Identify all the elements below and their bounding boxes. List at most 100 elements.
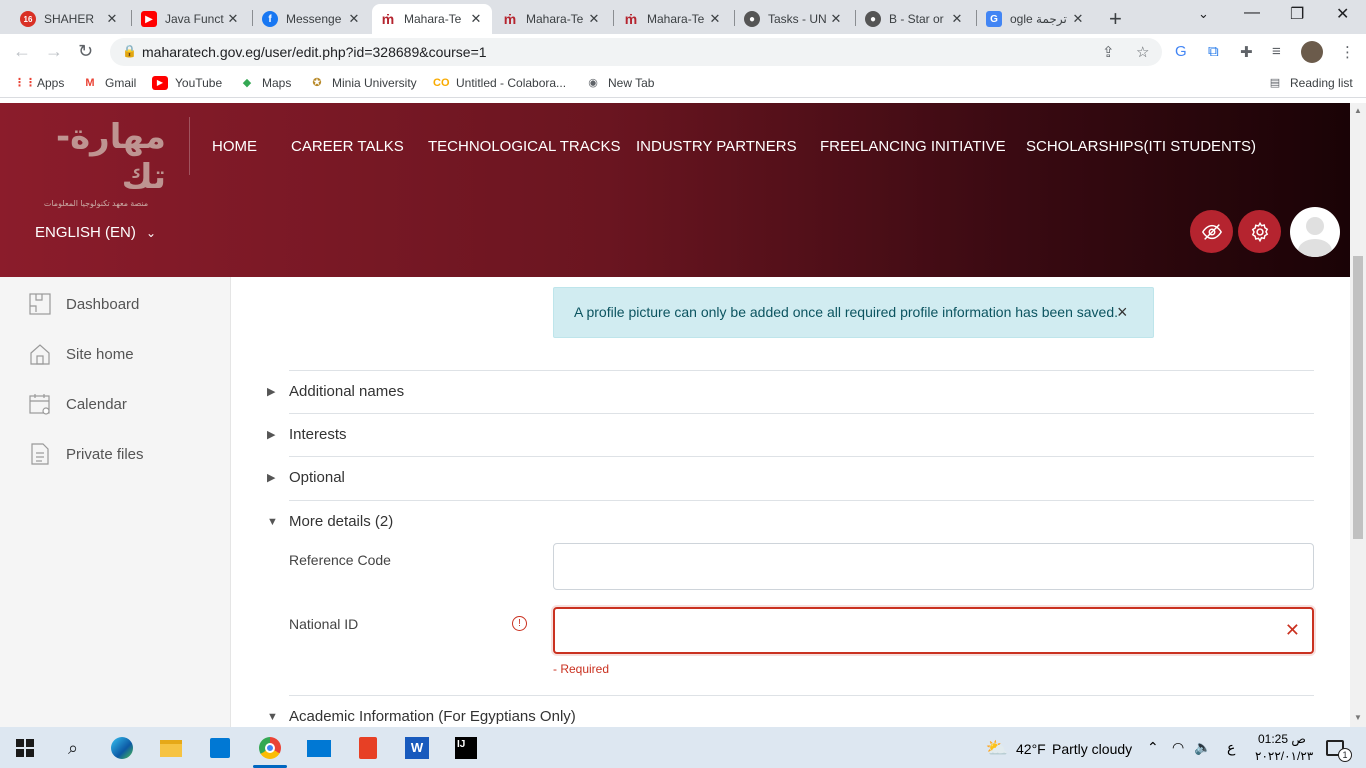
chevron-up-icon[interactable]: ⌃ <box>1147 739 1159 756</box>
bookmark-colab[interactable]: CO Untitled - Colabora... <box>433 76 566 90</box>
back-icon[interactable]: ← <box>13 41 31 62</box>
new-tab-icon[interactable]: + <box>1109 6 1122 32</box>
browser-tab[interactable]: G ogle ترجمة ✕ <box>978 4 1094 34</box>
file-explorer-icon[interactable] <box>158 735 184 761</box>
close-tab-icon[interactable]: ✕ <box>586 11 602 27</box>
drawer-item-site-home[interactable]: Site home <box>28 341 134 367</box>
close-tab-icon[interactable]: ✕ <box>828 11 844 27</box>
hide-blocks-button[interactable] <box>1190 210 1233 253</box>
nav-career-talks[interactable]: CAREER TALKS <box>291 138 404 155</box>
bookmark-maps[interactable]: ◆ Maps <box>239 76 292 90</box>
close-tab-icon[interactable]: ✕ <box>1070 11 1086 27</box>
section-more-details[interactable]: ▼ More details (2) <box>267 513 393 530</box>
close-icon[interactable]: × <box>1117 302 1128 323</box>
url-text[interactable]: maharatech.gov.eg/user/edit.php?id=32868… <box>142 44 487 60</box>
nav-technological-tracks[interactable]: TECHNOLOGICAL TRACKS <box>428 138 621 155</box>
clock-time[interactable]: 01:25 ص <box>1258 732 1306 746</box>
reference-code-input[interactable] <box>553 543 1314 590</box>
input-language[interactable]: ع <box>1227 739 1235 756</box>
weather-temp[interactable]: 42°F <box>1016 741 1046 757</box>
bookmark-youtube[interactable]: ▶ YouTube <box>152 76 222 90</box>
profile-avatar-icon[interactable] <box>1301 41 1323 63</box>
national-id-label: National ID <box>289 616 359 632</box>
settings-button[interactable] <box>1238 210 1281 253</box>
close-window-icon[interactable]: ✕ <box>1336 4 1349 24</box>
clock-date[interactable]: ٢٠٢٢/٠١/٢٣ <box>1255 749 1313 763</box>
forward-icon[interactable]: → <box>45 41 63 62</box>
weather-desc[interactable]: Partly cloudy <box>1052 741 1132 757</box>
page-scrollbar[interactable]: ▲ ▼ <box>1350 103 1366 727</box>
drawer-item-private-files[interactable]: Private files <box>28 441 144 467</box>
nav-freelancing-initiative[interactable]: FREELANCING INITIATIVE <box>820 138 1006 155</box>
bookmark-newtab[interactable]: ◉ New Tab <box>585 76 654 90</box>
restore-icon[interactable]: ❐ <box>1290 4 1304 24</box>
scroll-down-icon[interactable]: ▼ <box>1354 713 1362 722</box>
section-academic-information[interactable]: ▼ Academic Information (For Egyptians On… <box>267 708 576 725</box>
close-tab-icon[interactable]: ✕ <box>468 11 484 27</box>
tab-search-icon[interactable]: ⌄ <box>1198 6 1209 22</box>
bookmark-minia[interactable]: ✪ Minia University <box>309 76 416 90</box>
close-tab-icon[interactable]: ✕ <box>346 11 362 27</box>
drawer-item-dashboard[interactable]: Dashboard <box>28 291 139 317</box>
office-icon[interactable] <box>355 735 381 761</box>
intellij-icon[interactable]: IJ <box>453 735 479 761</box>
browser-tab[interactable]: ● B - Star or ✕ <box>857 4 973 34</box>
translate-extension-icon[interactable]: G <box>1175 43 1187 60</box>
browser-tab[interactable]: ṁ Mahara-Te ✕ <box>494 4 610 34</box>
browser-tab-active[interactable]: ṁ Mahara-Te ✕ <box>372 4 492 34</box>
reading-list-button[interactable]: ▤ Reading list <box>1267 76 1353 90</box>
drawer-item-label: Calendar <box>66 395 127 413</box>
logo-text: مهارة-تك <box>55 117 166 197</box>
drawer-item-label: Private files <box>66 445 144 463</box>
chrome-icon[interactable] <box>257 735 283 761</box>
bookmark-gmail[interactable]: M Gmail <box>82 76 136 90</box>
section-additional-names[interactable]: ▶ Additional names <box>267 383 404 400</box>
section-optional[interactable]: ▶ Optional <box>267 469 345 486</box>
screen-capture-extension-icon[interactable]: ⧉ <box>1208 43 1219 60</box>
close-tab-icon[interactable]: ✕ <box>949 11 965 27</box>
section-interests[interactable]: ▶ Interests <box>267 426 347 443</box>
browser-tab[interactable]: ṁ Mahara-Te ✕ <box>615 4 731 34</box>
close-tab-icon[interactable]: ✕ <box>707 11 723 27</box>
search-icon[interactable]: ⌕ <box>60 735 86 761</box>
national-id-input[interactable]: ✕ <box>553 607 1314 654</box>
close-tab-icon[interactable]: ✕ <box>104 11 120 27</box>
microsoft-store-icon[interactable] <box>207 735 233 761</box>
reload-icon[interactable]: ↻ <box>78 41 93 62</box>
close-tab-icon[interactable]: ✕ <box>225 11 241 27</box>
bookmark-star-icon[interactable]: ☆ <box>1136 43 1149 61</box>
weather-partly-cloudy-icon[interactable]: ⛅ <box>984 735 1010 761</box>
browser-tab[interactable]: ● Tasks - UN ✕ <box>736 4 852 34</box>
word-icon[interactable]: W <box>404 735 430 761</box>
browser-tab[interactable]: f Messenge ✕ <box>254 4 370 34</box>
volume-icon[interactable]: 🔈 <box>1194 739 1211 756</box>
scroll-up-icon[interactable]: ▲ <box>1354 106 1362 115</box>
chrome-menu-icon[interactable]: ⋮ <box>1340 43 1355 61</box>
site-logo[interactable]: مهارة-تك منصة معهد تكنولوجيا المعلومات <box>26 117 166 208</box>
drawer-item-calendar[interactable]: Calendar <box>28 391 127 417</box>
media-control-icon[interactable]: ≡ <box>1272 43 1281 60</box>
lock-icon[interactable]: 🔒 <box>122 44 137 58</box>
windows-start-icon[interactable] <box>12 735 38 761</box>
notification-center-icon[interactable]: 1 <box>1322 735 1352 762</box>
user-avatar[interactable] <box>1290 207 1340 257</box>
bookmark-apps[interactable]: ⋮⋮ Apps <box>14 76 64 90</box>
minimize-icon[interactable]: — <box>1244 4 1260 22</box>
nav-home[interactable]: HOME <box>212 138 257 155</box>
scrollbar-thumb[interactable] <box>1353 256 1363 539</box>
file-icon <box>28 442 52 466</box>
user-icon <box>1298 217 1332 257</box>
extensions-puzzle-icon[interactable]: ✚ <box>1240 43 1253 61</box>
mail-icon[interactable] <box>306 735 332 761</box>
caret-right-icon: ▶ <box>267 386 276 398</box>
nav-scholarships[interactable]: SCHOLARSHIPS(ITI STUDENTS) <box>1026 138 1256 155</box>
browser-tab[interactable]: 16 SHAHER ✕ <box>12 4 128 34</box>
language-selector[interactable]: ENGLISH (EN) ⌄ <box>35 224 156 241</box>
edge-icon[interactable] <box>109 735 135 761</box>
address-bar[interactable]: 🔒 maharatech.gov.eg/user/edit.php?id=328… <box>110 38 1162 66</box>
wifi-icon[interactable]: ◠ <box>1172 739 1184 756</box>
section-divider <box>289 413 1314 414</box>
nav-industry-partners[interactable]: INDUSTRY PARTNERS <box>636 138 797 155</box>
share-icon[interactable]: ⇪ <box>1102 43 1115 61</box>
browser-tab[interactable]: ▶ Java Funct ✕ <box>133 4 249 34</box>
